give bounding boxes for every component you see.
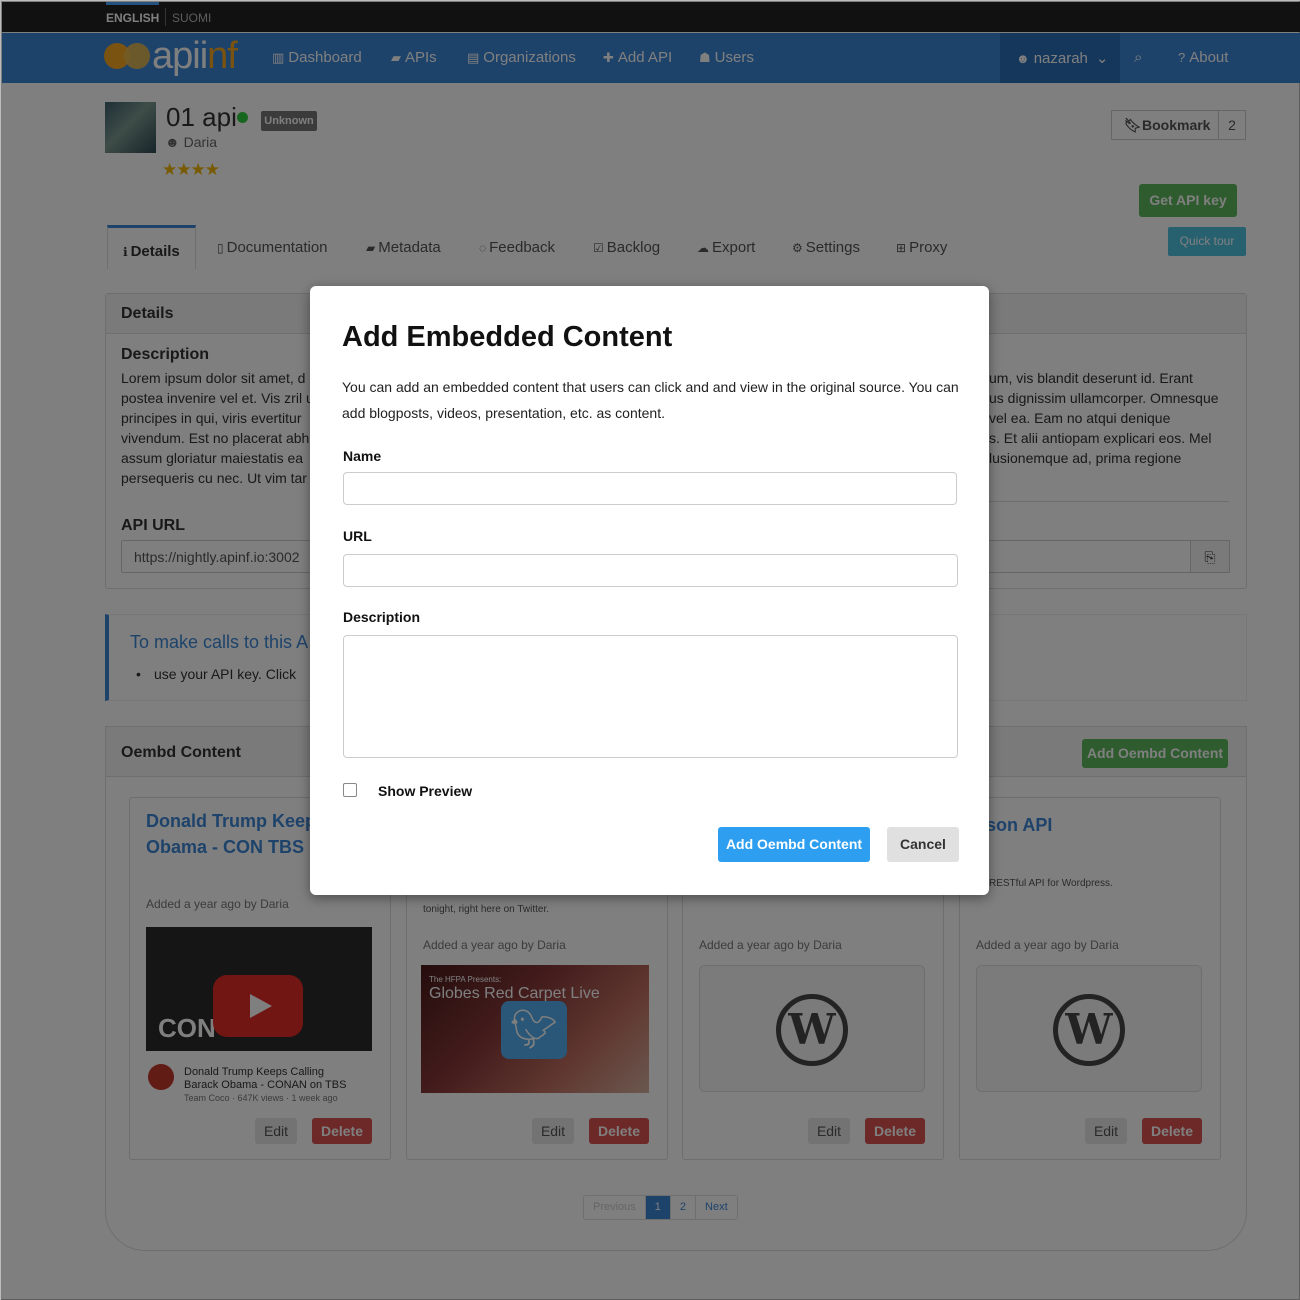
show-preview-label[interactable]: Show Preview — [378, 783, 472, 799]
modal-intro-text: You can add an embedded content that use… — [342, 379, 959, 421]
name-field[interactable] — [343, 472, 957, 505]
modal-title: Add Embedded Content — [342, 321, 673, 353]
url-label: URL — [343, 528, 372, 544]
add-oembed-content-submit-button[interactable]: Add Oembd Content — [718, 827, 870, 862]
app-window: ENGLISH SUOMI apiinf ▥Dashboard ▰APIs ▤O… — [0, 0, 1300, 1300]
show-preview-checkbox[interactable] — [343, 783, 357, 797]
url-field[interactable] — [343, 554, 958, 587]
cancel-button[interactable]: Cancel — [887, 827, 959, 862]
add-embedded-content-modal: Add Embedded Content You can add an embe… — [310, 286, 989, 895]
description-field[interactable] — [343, 635, 958, 758]
description-label: Description — [343, 609, 421, 625]
name-label: Name — [343, 448, 382, 464]
